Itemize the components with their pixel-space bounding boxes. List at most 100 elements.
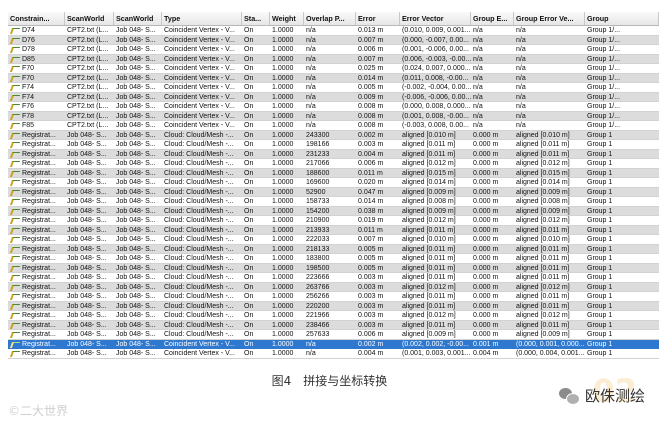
table-row[interactable]: Registrat... Job 048- S... Job 048- S... Co… — [8, 349, 659, 359]
cell-name: Registrat... — [22, 198, 56, 205]
cell-weight: 1.0000 — [272, 293, 294, 300]
column-header-sw1[interactable]: ScanWorld — [65, 12, 114, 25]
cell-weight: 1.0000 — [272, 245, 294, 253]
table-row[interactable]: Registrat... Job 048- S... Job 048- S... Cl… — [8, 311, 659, 321]
cell-type: Cloud: Cloud/Mesh -... — [164, 217, 234, 224]
table-row[interactable]: D85 CPT2.txt (L... Job 048- S... Coincident… — [8, 54, 659, 64]
cell-sw2: Job 048- S... — [116, 46, 156, 53]
table-row[interactable]: Registrat... Job 048- S... Job 048- S... Cl… — [8, 187, 659, 197]
cell-group: Group 1 — [587, 226, 613, 234]
table-row[interactable]: D78 CPT2.txt (L... Job 048- S... Coincident… — [8, 45, 659, 55]
column-header-vector[interactable]: Error Vector — [400, 12, 471, 25]
cell-vector: aligned [0.010 m] — [402, 236, 456, 243]
column-header-sw2[interactable]: ScanWorld — [114, 12, 162, 25]
cell-sw1: Job 048- S... — [67, 169, 107, 177]
cell-error: 0.047 m — [358, 188, 384, 196]
cell-gvec: aligned [0.010 m] — [516, 131, 570, 139]
table-row[interactable]: Registrat... Job 048- S... Job 048- S... Cl… — [8, 244, 659, 254]
cell-sw1: Job 048- S... — [67, 188, 107, 196]
cell-group: Group 1 — [587, 236, 613, 243]
table-row[interactable]: F78 CPT2.txt (L... Job 048- S... Coincident… — [8, 111, 659, 121]
cell-gvec: aligned [0.012 m] — [516, 160, 570, 167]
cell-type: Cloud: Cloud/Mesh -... — [164, 293, 234, 300]
cell-name: F70 — [22, 74, 35, 82]
table-row[interactable]: Registrat... Job 048- S... Job 048- S... Cl… — [8, 178, 659, 188]
table-row[interactable]: Registrat... Job 048- S... Job 048- S... Cl… — [8, 197, 659, 207]
cell-vector: aligned [0.011 m] — [402, 150, 456, 158]
constraint-icon — [9, 303, 21, 310]
table-row[interactable]: F74 CPT2.txt (L... Job 048- S... Coincident… — [8, 92, 659, 102]
cell-gvec: n/a — [516, 84, 526, 91]
table-row[interactable]: F70 CPT2.txt (L... Job 048- S... Coincident… — [8, 64, 659, 74]
cell-gvec: aligned [0.011 m] — [516, 226, 570, 234]
table-row[interactable]: Registrat... Job 048- S... Job 048- S... Cl… — [8, 292, 659, 302]
table-row[interactable]: D76 CPT2.txt (L... Job 048- S... Coincident… — [8, 35, 659, 45]
constraint-icon — [9, 66, 21, 72]
column-header-status[interactable]: Sta... — [242, 12, 270, 25]
cell-gvec: aligned [0.011 m] — [516, 321, 570, 329]
cell-error: 0.003 m — [358, 141, 384, 148]
table-row[interactable]: Registrat... Job 048- S... Job 048- S... Cl… — [8, 273, 659, 283]
table-row[interactable]: Registrat... Job 048- S... Job 048- S... Cl… — [8, 130, 659, 140]
table-row[interactable]: Registrat... Job 048- S... Job 048- S... Cl… — [8, 140, 659, 150]
cell-gerr: 0.000 m — [473, 331, 499, 338]
cell-weight: 1.0000 — [272, 331, 294, 338]
cell-gvec: aligned [0.009 m] — [516, 207, 570, 215]
cell-status: On — [244, 169, 254, 177]
table-row[interactable]: Registrat... Job 048- S... Job 048- S... Cl… — [8, 301, 659, 311]
cell-overlap: 158733 — [306, 198, 330, 205]
cell-gvec: n/a — [516, 112, 526, 120]
cell-name: Registrat... — [22, 188, 56, 196]
cell-name: Registrat... — [22, 264, 56, 272]
column-header-group[interactable]: Group — [585, 12, 659, 25]
column-header-type[interactable]: Type — [162, 12, 242, 25]
cell-type: Cloud: Cloud/Mesh -... — [164, 245, 234, 253]
table-row[interactable]: D74 CPT2.txt (L... Job 048- S... Coincident… — [8, 26, 659, 36]
column-header-gvec[interactable]: Group Error Ve... — [514, 12, 585, 25]
table-row[interactable]: F76 CPT2.txt (L... Job 048- S... Coincident… — [8, 102, 659, 112]
cell-status: On — [244, 217, 254, 224]
cell-sw1: CPT2.txt (L... — [67, 93, 109, 101]
table-row[interactable]: Registrat... Job 048- S... Job 048- S... Cl… — [8, 168, 659, 178]
constraint-icon — [9, 189, 21, 196]
table-row[interactable]: F85 CPT2.txt (L... Job 048- S... Coincident… — [8, 121, 659, 131]
column-header-name[interactable]: Constrain... — [8, 12, 65, 25]
table-row[interactable]: Registrat... Job 048- S... Job 048- S... Cl… — [8, 282, 659, 292]
table-row[interactable]: Registrat... Job 048- S... Job 048- S... Cl… — [8, 159, 659, 169]
table-row[interactable]: F70 CPT2.txt (L... Job 048- S... Coincident… — [8, 73, 659, 83]
table-row[interactable]: Registrat... Job 048- S... Job 048- S... Cl… — [8, 149, 659, 159]
column-header-gerr[interactable]: Group E... — [471, 12, 514, 25]
cell-error: 0.005 m — [358, 84, 384, 91]
cell-error: 0.005 m — [358, 245, 384, 253]
table-row[interactable]: Registrat... Job 048- S... Job 048- S... Cl… — [8, 206, 659, 216]
cell-name: Registrat... — [22, 245, 56, 253]
table-row[interactable]: Registrat... Job 048- S... Job 048- S... Cl… — [8, 225, 659, 235]
cell-sw2: Job 048- S... — [116, 131, 156, 139]
cell-vector: aligned [0.011 m] — [402, 321, 456, 329]
cell-name: Registrat... — [22, 169, 56, 177]
table-row[interactable]: Registrat... Job 048- S... Job 048- S... Cl… — [8, 216, 659, 226]
cell-type: Coincident Vertex - V... — [164, 122, 235, 129]
cell-overlap: 221966 — [306, 312, 330, 319]
cell-status: On — [244, 293, 254, 300]
cell-sw2: Job 048- S... — [116, 207, 156, 215]
table-row[interactable]: Registrat... Job 048- S... Job 048- S... Cl… — [8, 263, 659, 273]
table-row[interactable]: F74 CPT2.txt (L... Job 048- S... Coincident… — [8, 83, 659, 93]
cell-error: 0.002 m — [358, 340, 384, 348]
cell-gvec: n/a — [516, 65, 526, 72]
table-row[interactable]: Registrat... Job 048- S... Job 048- S... Co… — [8, 339, 659, 349]
table-row[interactable]: Registrat... Job 048- S... Job 048- S... Cl… — [8, 235, 659, 245]
table-row[interactable]: Registrat... Job 048- S... Job 048- S... Cl… — [8, 320, 659, 330]
cell-sw2: Job 048- S... — [116, 312, 156, 319]
cell-type: Cloud: Cloud/Mesh -... — [164, 141, 234, 148]
column-header-overlap[interactable]: Overlap P... — [304, 12, 356, 25]
column-header-weight[interactable]: Weight — [270, 12, 304, 25]
table-row[interactable]: Registrat... Job 048- S... Job 048- S... Cl… — [8, 330, 659, 340]
table-row[interactable]: Registrat... Job 048- S... Job 048- S... Cl… — [8, 254, 659, 264]
cell-sw1: Job 048- S... — [67, 217, 107, 224]
column-header-error[interactable]: Error — [356, 12, 400, 25]
cell-name: F70 — [22, 65, 35, 72]
cell-sw1: CPT2.txt (L... — [67, 36, 109, 44]
cell-sw1: CPT2.txt (L... — [67, 65, 109, 72]
cell-weight: 1.0000 — [272, 274, 294, 281]
